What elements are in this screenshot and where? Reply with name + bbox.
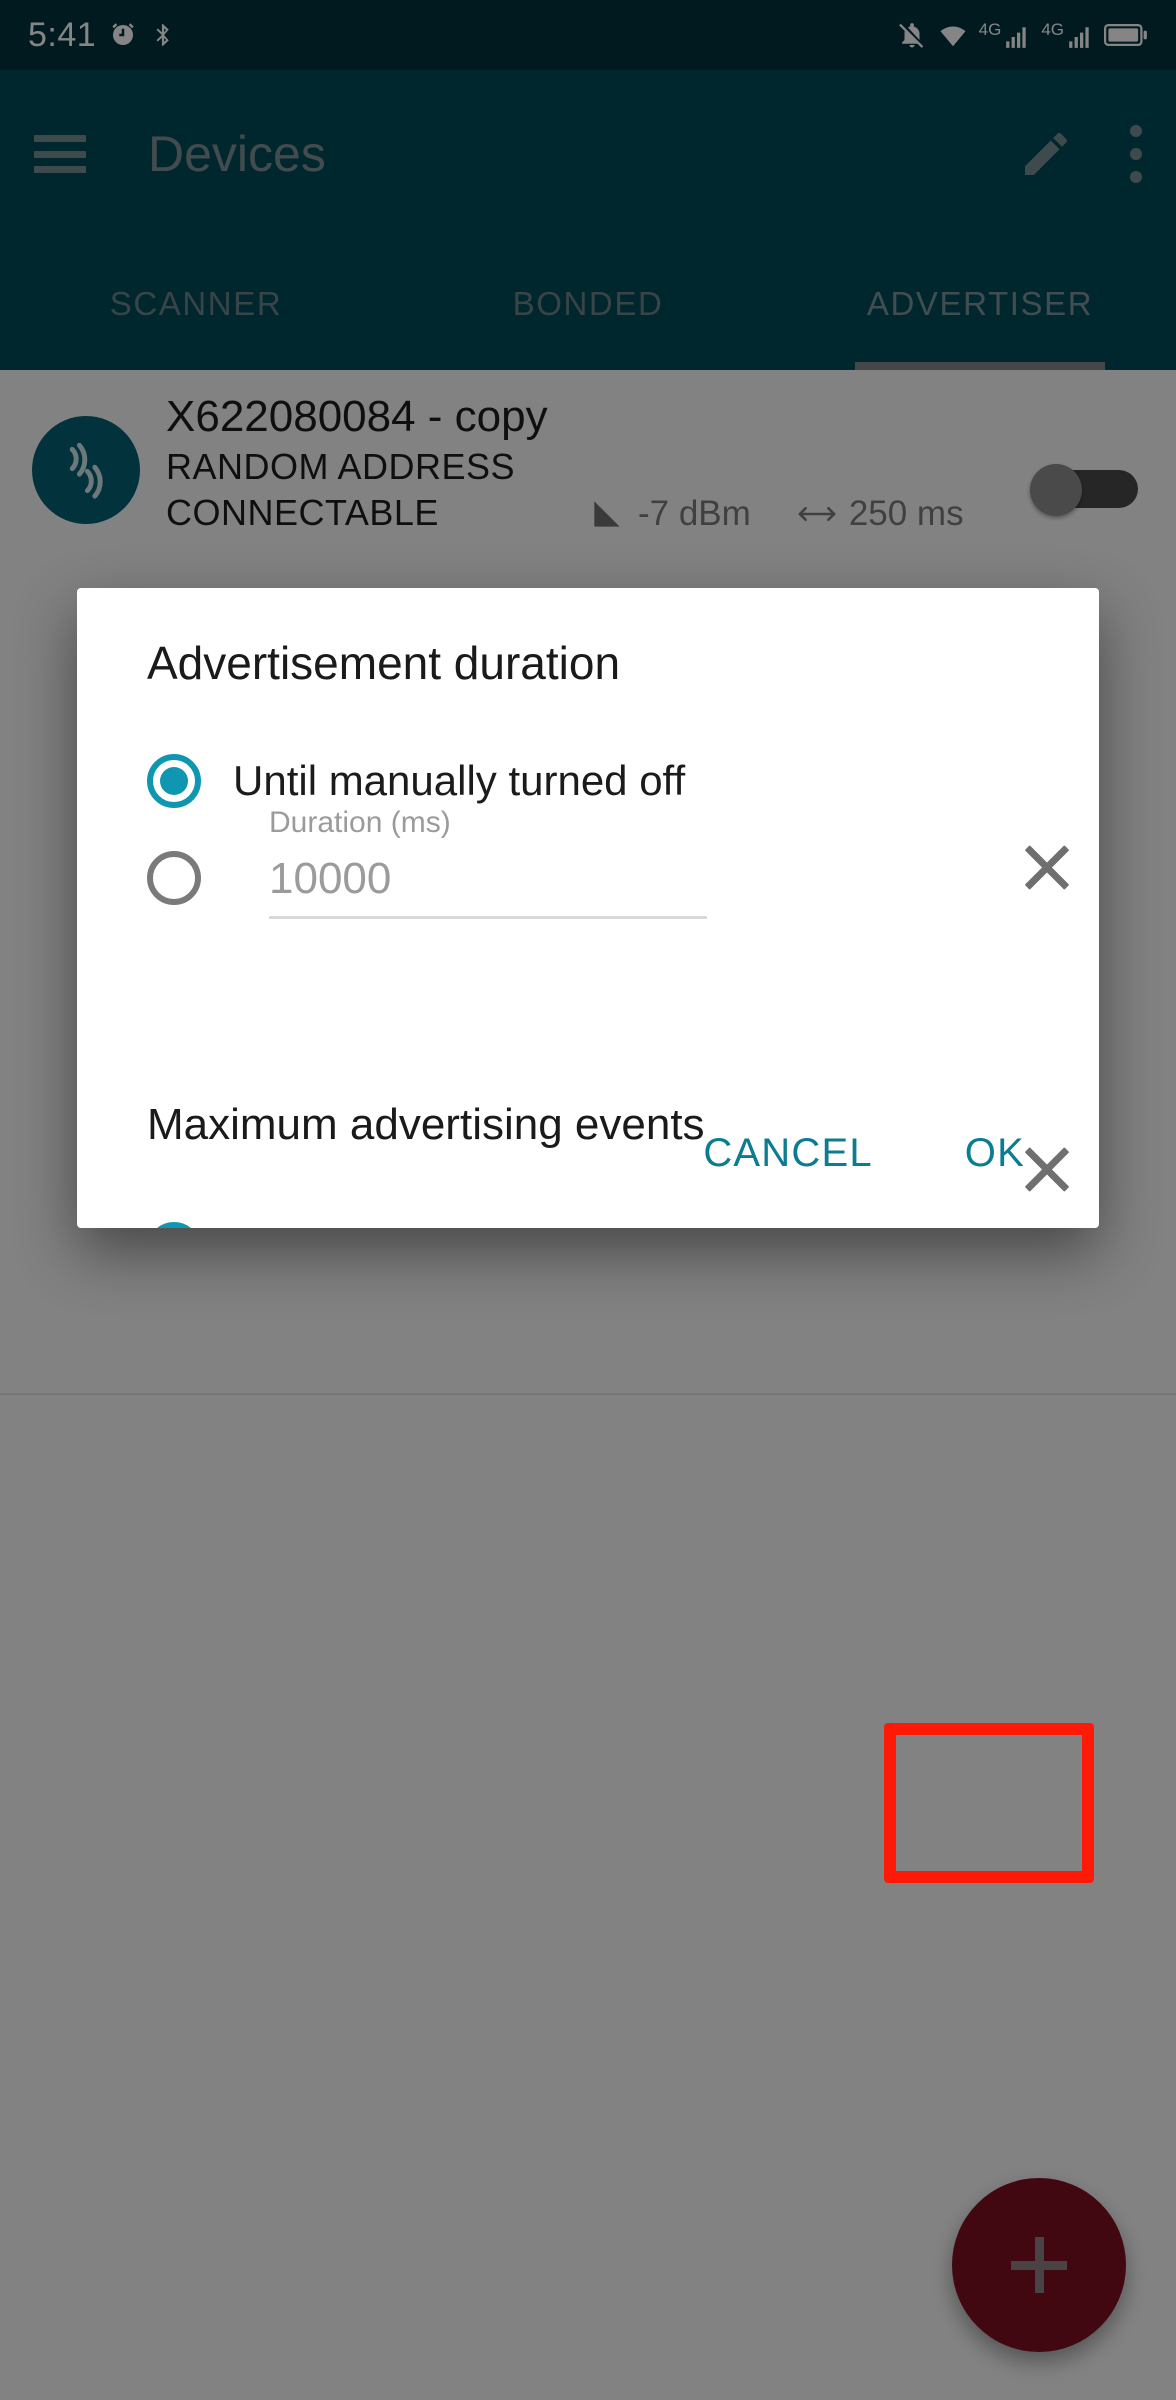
radio-no-maximum[interactable]: No maximum: [147, 1222, 480, 1228]
radio-until-manually-turned-off-label: Until manually turned off: [233, 757, 686, 804]
radio-no-maximum-label: No maximum: [233, 1225, 480, 1228]
duration-field-underline: [269, 916, 707, 919]
max-events-section-title: Maximum advertising events: [147, 1100, 705, 1149]
dialog-action-bar: CANCEL OK: [669, 1078, 1099, 1228]
duration-field[interactable]: Duration (ms) 10000: [269, 806, 707, 919]
clear-duration-icon[interactable]: [1019, 838, 1075, 894]
radio-button-selected-icon: [147, 1222, 201, 1228]
ok-button[interactable]: OK: [931, 1131, 1059, 1176]
duration-field-label: Duration (ms): [269, 806, 451, 839]
radio-until-manually-turned-off[interactable]: Until manually turned off: [147, 754, 685, 808]
radio-custom-duration[interactable]: [147, 851, 201, 905]
radio-button-selected-icon: [147, 754, 201, 808]
duration-field-input[interactable]: 10000: [269, 854, 707, 904]
cancel-button[interactable]: CANCEL: [669, 1131, 906, 1176]
dialog-title: Advertisement duration: [147, 637, 621, 689]
phone-screen: 5:41 4G 4G Devices SCANNER BONDED ADVERT…: [0, 0, 1176, 2400]
ok-button-wrapper: OK: [907, 1131, 1083, 1176]
advertisement-duration-dialog: Advertisement duration Until manually tu…: [77, 588, 1099, 1228]
radio-button-unselected-icon: [147, 851, 201, 905]
